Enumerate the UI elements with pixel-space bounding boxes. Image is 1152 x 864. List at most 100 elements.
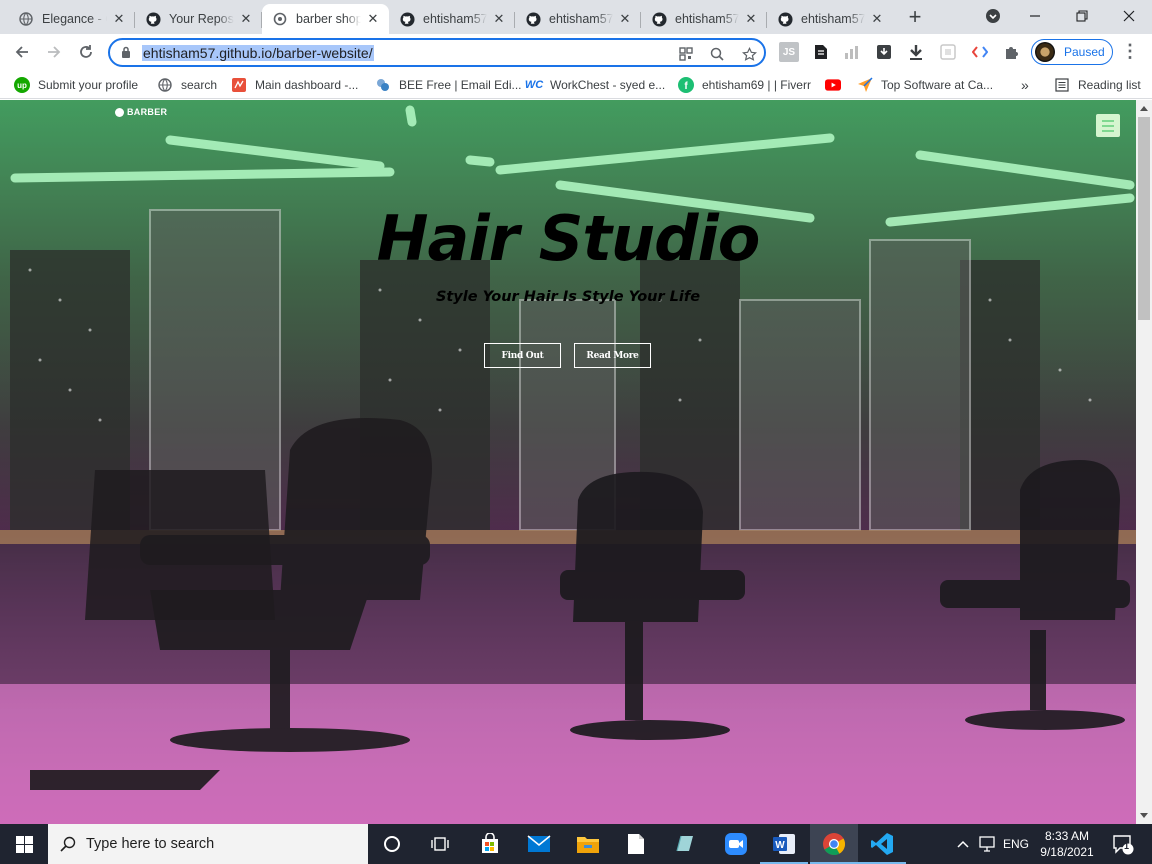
youtube-icon <box>825 77 841 93</box>
bookmark-fiverr[interactable]: f ehtisham69 | | Fiverr <box>678 75 811 95</box>
extensions-puzzle-icon[interactable] <box>1002 42 1022 62</box>
tab-elegance[interactable]: Elegance - C ✕ <box>8 4 135 34</box>
clock[interactable]: 8:33 AM 9/18/2021 <box>1030 828 1104 860</box>
back-icon[interactable] <box>8 38 36 66</box>
profile-button[interactable]: Paused <box>1031 39 1113 65</box>
vscode-icon[interactable] <box>858 824 906 864</box>
close-tab-icon[interactable]: ✕ <box>869 11 885 27</box>
bookmark-workchest[interactable]: WC WorkChest - syed e... <box>524 75 665 95</box>
page-viewport: BARBER Hair Studio Style Your Hair Is St… <box>0 100 1136 824</box>
minimize-icon[interactable] <box>1017 2 1053 30</box>
show-hidden-icons[interactable] <box>952 824 974 864</box>
bookmark-top-software[interactable]: Top Software at Ca... <box>857 75 993 95</box>
new-tab-button[interactable]: + <box>903 6 927 30</box>
globe-icon <box>157 77 173 93</box>
page-scrollbar[interactable] <box>1136 100 1152 824</box>
restore-icon[interactable] <box>1064 2 1100 30</box>
read-more-button[interactable]: Read More <box>574 343 651 368</box>
taskbar-search-input[interactable]: Type here to search <box>48 824 368 864</box>
zoom-app-icon[interactable] <box>712 824 760 864</box>
close-tab-icon[interactable]: ✕ <box>365 11 381 27</box>
tab-title: ehtisham57 <box>801 12 865 26</box>
bookmark-label: Top Software at Ca... <box>881 78 994 92</box>
file-explorer-icon[interactable] <box>564 824 612 864</box>
lock-icon[interactable] <box>121 46 131 64</box>
zoom-icon[interactable] <box>708 45 726 63</box>
bookmark-bee-free[interactable]: BEE Free | Email Edi... <box>375 75 522 95</box>
bookmark-youtube[interactable] <box>825 75 849 95</box>
tab-ehtisham57-2[interactable]: ehtisham57 ✕ <box>515 4 641 34</box>
windows-start-icon[interactable] <box>0 824 48 864</box>
tab-ehtisham57-3[interactable]: ehtisham57 ✕ <box>641 4 767 34</box>
bee-icon <box>375 77 391 93</box>
tab-title: ehtisham57 <box>675 12 739 26</box>
close-tab-icon[interactable]: ✕ <box>111 11 127 27</box>
bookmark-label: Main dashboard -... <box>255 78 359 92</box>
download-icon[interactable] <box>906 42 926 62</box>
scroll-up-icon[interactable] <box>1140 106 1148 111</box>
notification-center-icon[interactable]: 1 <box>1108 824 1138 864</box>
fiverr-icon: f <box>678 77 694 93</box>
store-icon[interactable] <box>466 824 514 864</box>
brand-text: BARBER <box>127 107 168 117</box>
hero-title: Hair Studio <box>376 202 761 275</box>
tab-search-icon[interactable] <box>975 2 1011 30</box>
reload-icon[interactable] <box>72 38 100 66</box>
workchest-icon: WC <box>524 79 544 91</box>
sticky-icon[interactable] <box>660 824 708 864</box>
more-bookmarks-button[interactable]: » <box>1021 75 1029 95</box>
chrome-icon[interactable] <box>810 824 858 864</box>
task-view-icon[interactable] <box>416 824 464 864</box>
address-bar[interactable]: ehtisham57.github.io/barber-website/ <box>108 38 766 67</box>
js-extension-icon[interactable]: JS <box>779 42 799 62</box>
capterra-icon <box>857 77 873 93</box>
frame-extension-icon[interactable] <box>938 42 958 62</box>
bookmark-star-icon[interactable] <box>740 45 758 63</box>
document-extension-icon[interactable] <box>811 42 831 62</box>
forward-icon[interactable] <box>40 38 68 66</box>
mail-icon[interactable] <box>515 824 563 864</box>
tab-your-repositories[interactable]: Your Reposi ✕ <box>135 4 262 34</box>
bookmark-label: ehtisham69 | | Fiverr <box>702 78 811 92</box>
tab-strip: Elegance - C ✕ Your Reposi ✕ barber shop… <box>0 0 1152 34</box>
scroll-down-icon[interactable] <box>1140 813 1148 818</box>
save-extension-icon[interactable] <box>874 42 894 62</box>
tab-title: Elegance - C <box>42 12 107 26</box>
upwork-icon: up <box>14 77 30 93</box>
url-text[interactable]: ehtisham57.github.io/barber-website/ <box>142 45 374 61</box>
github-icon <box>777 11 793 27</box>
code-extension-icon[interactable] <box>970 42 990 62</box>
browser-menu-icon[interactable]: ⋮ <box>1120 42 1140 62</box>
clock-time: 8:33 AM <box>1044 829 1090 843</box>
tab-title: barber shop <box>296 12 361 26</box>
github-icon <box>525 11 541 27</box>
notepad-icon[interactable] <box>612 824 660 864</box>
tab-barber-shop[interactable]: barber shop ✕ <box>262 4 389 34</box>
close-tab-icon[interactable]: ✕ <box>617 11 633 27</box>
find-out-button[interactable]: Find Out <box>484 343 561 368</box>
brand-logo[interactable]: BARBER <box>115 107 167 117</box>
loading-icon <box>272 11 288 27</box>
chart-extension-icon[interactable] <box>842 42 862 62</box>
avatar <box>1035 42 1055 62</box>
hamburger-menu-button[interactable] <box>1096 114 1120 137</box>
bookmark-submit-profile[interactable]: up Submit your profile <box>14 75 138 95</box>
word-icon[interactable]: W <box>760 824 808 864</box>
tab-ehtisham57-1[interactable]: ehtisham57 ✕ <box>389 4 515 34</box>
scrollbar-thumb[interactable] <box>1138 117 1150 320</box>
qr-code-icon[interactable] <box>677 45 695 63</box>
windows-taskbar: Type here to search W ENG 8:33 AM 9/18/2… <box>0 824 1152 864</box>
network-icon[interactable] <box>975 824 999 864</box>
close-window-icon[interactable] <box>1111 2 1147 30</box>
close-tab-icon[interactable]: ✕ <box>491 11 507 27</box>
hero-subtitle: Style Your Hair Is Style Your Life <box>435 289 701 305</box>
close-tab-icon[interactable]: ✕ <box>743 11 759 27</box>
cortana-icon[interactable] <box>368 824 416 864</box>
reading-list-button[interactable]: Reading list <box>1054 75 1141 95</box>
bookmark-search[interactable]: search <box>157 75 217 95</box>
bookmark-label: BEE Free | Email Edi... <box>399 78 522 92</box>
language-indicator[interactable]: ENG <box>1001 824 1031 864</box>
tab-ehtisham57-4[interactable]: ehtisham57 ✕ <box>767 4 893 34</box>
bookmark-main-dashboard[interactable]: Main dashboard -... <box>231 75 358 95</box>
close-tab-icon[interactable]: ✕ <box>238 11 254 27</box>
